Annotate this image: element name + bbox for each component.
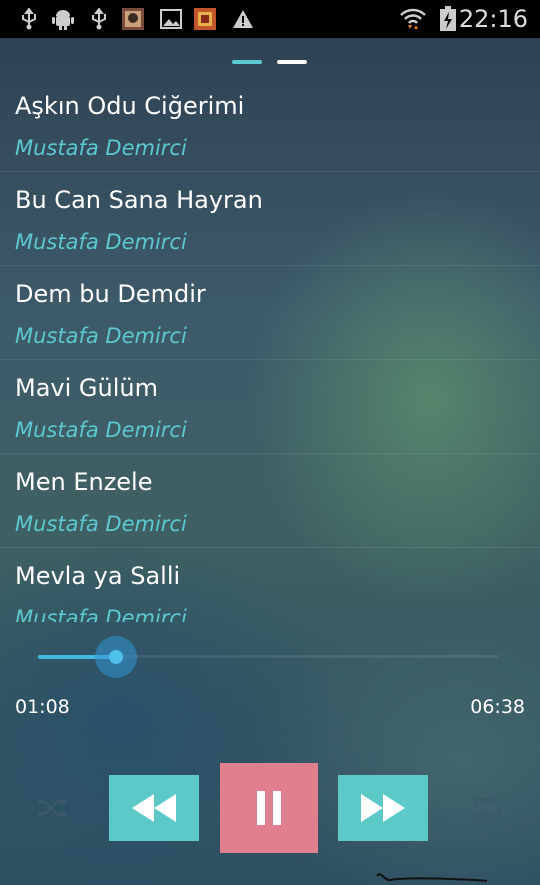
playlist: Aşkın Odu Ciğerimi Mustafa Demirci Bu Ca… bbox=[0, 78, 540, 622]
song-title: Men Enzele bbox=[15, 468, 153, 496]
status-bar: 22:16 bbox=[0, 0, 540, 38]
usb-icon bbox=[88, 8, 110, 30]
pause-icon bbox=[257, 791, 281, 825]
song-artist: Mustafa Demirci bbox=[15, 136, 187, 160]
repeat-icon bbox=[473, 795, 501, 821]
page-indicator-dot-2[interactable] bbox=[277, 60, 307, 64]
song-artist: Mustafa Demirci bbox=[15, 230, 187, 254]
list-item[interactable]: Aşkın Odu Ciğerimi Mustafa Demirci bbox=[0, 78, 540, 172]
song-artist: Mustafa Demirci bbox=[15, 418, 187, 442]
warning-icon bbox=[232, 8, 254, 30]
song-title: Dem bu Demdir bbox=[15, 280, 206, 308]
page-indicator-dot-1[interactable] bbox=[232, 60, 262, 64]
total-duration: 06:38 bbox=[470, 696, 525, 718]
song-artist: Mustafa Demirci bbox=[15, 606, 187, 622]
previous-button[interactable] bbox=[109, 775, 199, 841]
song-title: Bu Can Sana Hayran bbox=[15, 186, 263, 214]
album-thumbnail bbox=[194, 8, 216, 30]
rewind-icon bbox=[132, 794, 176, 822]
list-item[interactable]: Mevla ya Salli Mustafa Demirci bbox=[0, 548, 540, 622]
next-button[interactable] bbox=[338, 775, 428, 841]
song-artist: Mustafa Demirci bbox=[15, 324, 187, 348]
android-debug-icon bbox=[52, 8, 74, 30]
repeat-button[interactable] bbox=[470, 793, 504, 823]
list-item[interactable]: Men Enzele Mustafa Demirci bbox=[0, 454, 540, 548]
fast-forward-icon bbox=[361, 794, 405, 822]
battery-charging-icon bbox=[438, 6, 458, 31]
list-item[interactable]: Dem bu Demdir Mustafa Demirci bbox=[0, 266, 540, 360]
song-title: Mavi Gülüm bbox=[15, 374, 158, 402]
elapsed-time: 01:08 bbox=[15, 696, 70, 718]
usb-icon bbox=[18, 8, 40, 30]
wifi-icon bbox=[400, 8, 426, 30]
status-time: 22:16 bbox=[458, 5, 528, 33]
scribble-mark bbox=[376, 873, 488, 882]
song-title: Aşkın Odu Ciğerimi bbox=[15, 92, 245, 120]
shuffle-button[interactable] bbox=[35, 793, 69, 823]
page-indicator bbox=[0, 60, 540, 66]
song-title: Mevla ya Salli bbox=[15, 562, 181, 590]
list-item[interactable]: Mavi Gülüm Mustafa Demirci bbox=[0, 360, 540, 454]
song-artist: Mustafa Demirci bbox=[15, 512, 187, 536]
list-item[interactable]: Bu Can Sana Hayran Mustafa Demirci bbox=[0, 172, 540, 266]
pause-button[interactable] bbox=[220, 763, 318, 853]
album-thumbnail bbox=[122, 8, 144, 30]
seek-bar[interactable] bbox=[38, 636, 498, 678]
image-icon bbox=[160, 8, 182, 30]
shuffle-icon bbox=[38, 797, 67, 819]
